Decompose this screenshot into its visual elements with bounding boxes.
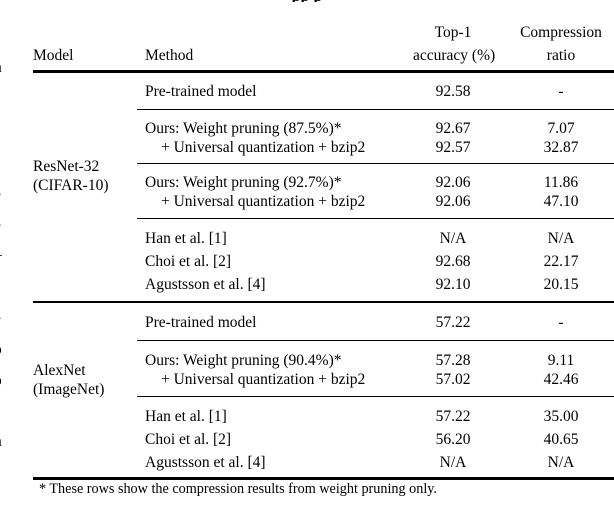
column-header-method: Method <box>145 47 194 64</box>
row-accuracy: N/A <box>439 230 467 247</box>
group-separator-rule <box>33 301 614 304</box>
row-method: Choi et al. [2] <box>145 253 232 270</box>
row-ratio: - <box>558 83 564 100</box>
column-header-ratio-line2: ratio <box>546 47 576 64</box>
row-ratio: 20.15 <box>543 276 579 293</box>
row-method: Pre-trained model <box>145 83 257 100</box>
results-table: Top-1 Compression Model Method accuracy … <box>33 0 614 522</box>
row-method: Ours: Weight pruning (92.7%)* <box>145 174 342 191</box>
row-accuracy: 92.67 <box>435 120 471 137</box>
row-separator-rule <box>137 396 614 398</box>
table-footnote: * These rows show the compression result… <box>39 481 437 497</box>
row-method: Agustsson et al. [4] <box>145 276 266 293</box>
row-ratio: 35.00 <box>543 408 579 425</box>
margin-fragment: , <box>0 465 16 481</box>
row-method: Pre-trained model <box>145 314 257 331</box>
row-group-label-alexnet-line2: (ImageNet) <box>33 381 105 398</box>
row-accuracy: 92.58 <box>435 83 471 100</box>
row-ratio: N/A <box>547 230 575 247</box>
row-separator-rule <box>137 218 614 220</box>
margin-fragment: n <box>0 434 16 450</box>
row-ratio: 47.10 <box>543 193 579 210</box>
column-header-model: Model <box>33 47 74 64</box>
row-ratio: - <box>558 314 564 331</box>
margin-fragment: r <box>0 0 16 16</box>
table-top-rule <box>33 70 614 73</box>
row-ratio: 7.07 <box>547 120 575 137</box>
margin-fragment: r <box>0 92 16 108</box>
row-accuracy: 92.57 <box>435 139 471 156</box>
row-accuracy: 57.28 <box>435 352 471 369</box>
margin-fragment: - <box>0 496 16 512</box>
margin-fragment: + <box>0 249 16 265</box>
row-separator-rule <box>137 109 614 111</box>
row-accuracy: 92.06 <box>435 174 471 191</box>
row-group-label-resnet-line1: ResNet-32 <box>33 158 100 175</box>
margin-fragment: r <box>0 156 16 172</box>
row-ratio: 32.87 <box>543 139 579 156</box>
margin-fragment: f <box>0 280 16 296</box>
table-bottom-rule <box>33 477 614 480</box>
row-method: Ours: Weight pruning (87.5%)* <box>145 120 342 137</box>
row-method: Han et al. [1] <box>145 230 227 247</box>
margin-fragment: - <box>0 124 16 140</box>
row-method: Choi et al. [2] <box>145 431 232 448</box>
row-accuracy: 92.10 <box>435 276 471 293</box>
row-ratio: 11.86 <box>543 174 579 191</box>
row-accuracy: 57.22 <box>435 408 471 425</box>
row-ratio: 40.65 <box>543 431 579 448</box>
row-method: + Universal quantization + bzip2 <box>161 193 366 210</box>
column-header-ratio-line1: Compression <box>520 24 602 41</box>
margin-fragment: o <box>0 342 16 358</box>
row-method: Ours: Weight pruning (90.4%)* <box>145 352 342 369</box>
row-accuracy: 57.02 <box>435 371 471 388</box>
margin-fragment: e <box>0 187 16 203</box>
row-ratio: 9.11 <box>547 352 575 369</box>
row-separator-rule <box>137 340 614 342</box>
row-accuracy: 92.06 <box>435 193 471 210</box>
column-header-accuracy-line2: accuracy (%) <box>413 47 496 64</box>
clipped-left-text-column: n r - r r e e + f e o o n , - <box>0 0 16 522</box>
row-method: Agustsson et al. [4] <box>145 454 266 471</box>
row-accuracy: 92.68 <box>435 253 471 270</box>
row-method: + Universal quantization + bzip2 <box>161 139 366 156</box>
row-method: Han et al. [1] <box>145 408 227 425</box>
row-accuracy: N/A <box>439 454 467 471</box>
column-header-accuracy-line1: Top-1 <box>434 24 472 41</box>
margin-fragment: o <box>0 373 16 389</box>
row-ratio: N/A <box>547 454 575 471</box>
margin-fragment: e <box>0 218 16 234</box>
row-ratio: 22.17 <box>543 253 579 270</box>
margin-fragment: e <box>0 311 16 327</box>
row-accuracy: 57.22 <box>435 314 471 331</box>
row-method: + Universal quantization + bzip2 <box>161 371 366 388</box>
margin-fragment: n <box>0 60 16 76</box>
row-separator-rule <box>137 163 614 165</box>
row-group-label-alexnet-line1: AlexNet <box>33 362 86 379</box>
row-ratio: 42.46 <box>543 371 579 388</box>
row-group-label-resnet-line2: (CIFAR-10) <box>33 177 109 194</box>
row-accuracy: 56.20 <box>435 431 471 448</box>
